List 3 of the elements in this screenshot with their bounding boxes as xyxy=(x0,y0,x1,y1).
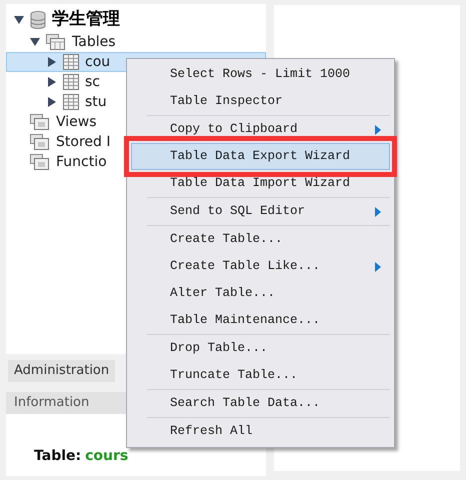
info-label: Table: xyxy=(34,447,82,466)
table-name: cours xyxy=(85,447,128,466)
information-title: Information xyxy=(14,394,90,412)
